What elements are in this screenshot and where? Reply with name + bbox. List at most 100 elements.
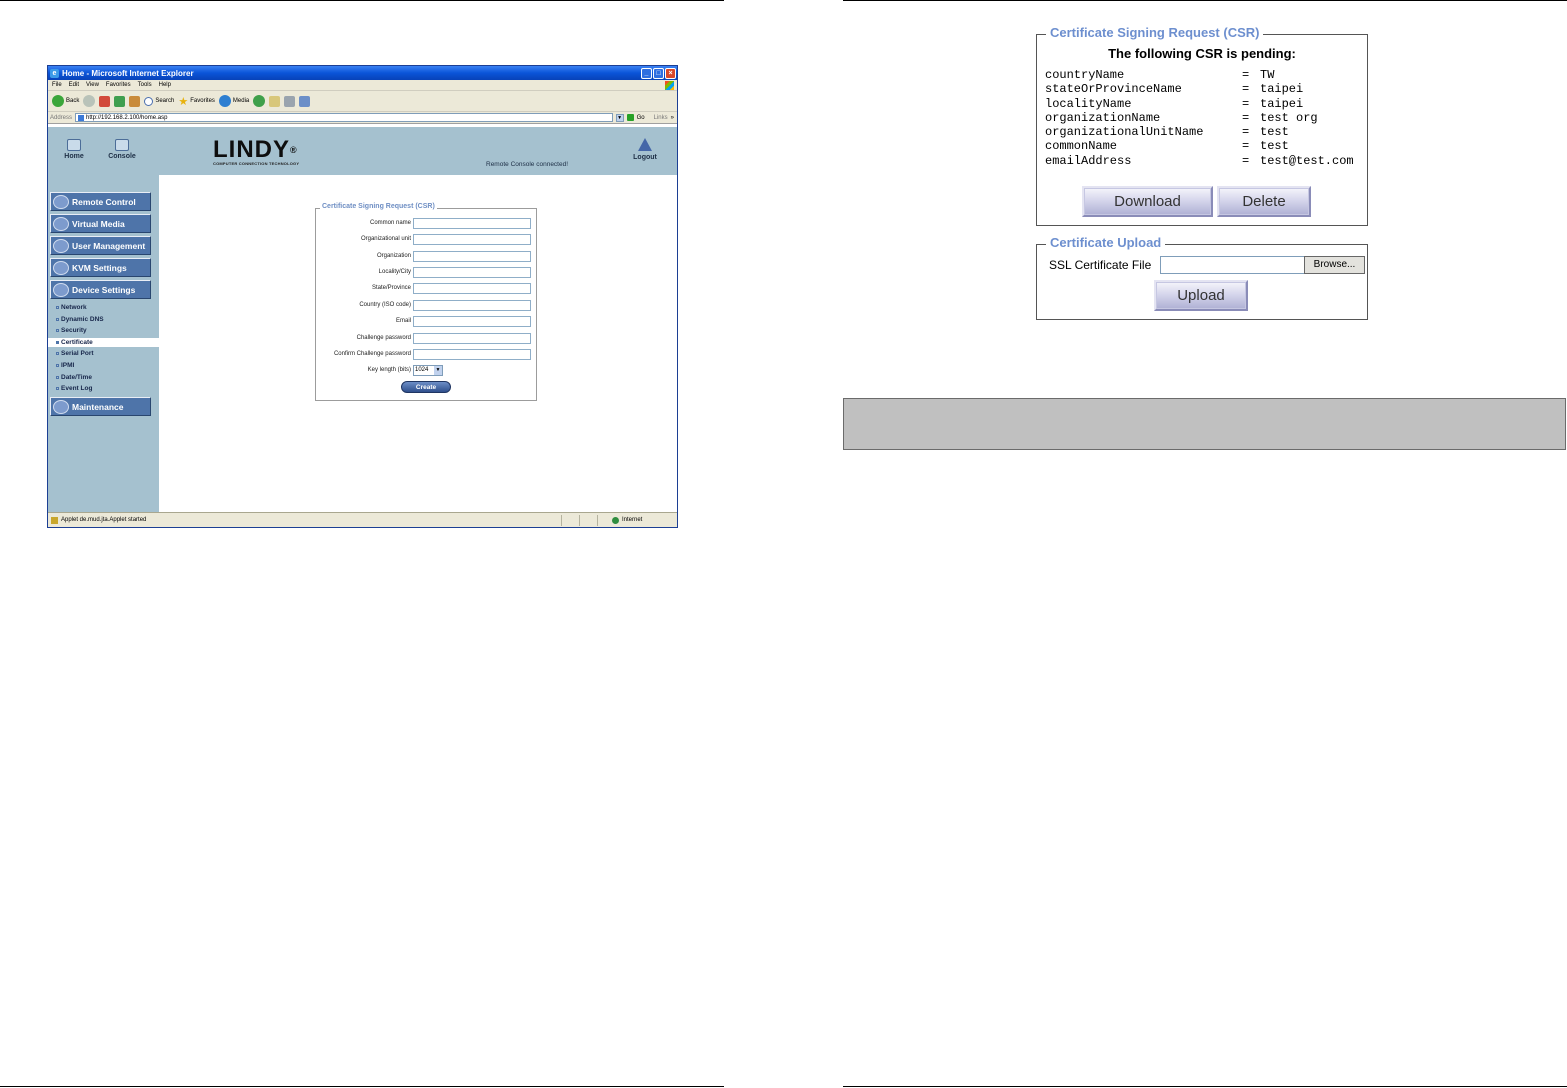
back-button[interactable]: Back [52,95,79,107]
chevron-down-icon: ▼ [434,366,442,375]
media-button[interactable]: Media [218,95,250,107]
challenge-password-input[interactable] [413,333,531,344]
lindy-header: Home Console LINDY® COMPUTER CONNECTION … [48,127,677,175]
locality-input[interactable] [413,267,531,278]
sidebar-virtual-media[interactable]: Virtual Media [50,214,151,233]
browser-menubar: File Edit View Favorites Tools Help [48,80,677,91]
favorites-button[interactable]: ★ Favorites [178,95,215,108]
sidebar-maintenance[interactable]: Maintenance [50,397,151,416]
sidebar-item-event-log[interactable]: Event Log [56,385,92,392]
menu-file[interactable]: File [52,82,62,88]
form-row-org-unit: Organizational unit [316,234,538,246]
favorites-label: Favorites [190,98,215,104]
address-label: Address [50,114,73,121]
ssl-file-label: SSL Certificate File [1049,258,1152,272]
refresh-icon[interactable] [114,95,126,107]
email-input[interactable] [413,316,531,327]
search-icon [144,96,154,106]
content-corner [159,175,199,195]
disc-icon [53,216,69,231]
bottom-rule-right [843,1086,1567,1087]
browser-titlebar: e Home - Microsoft Internet Explorer _ □… [48,66,677,80]
close-icon[interactable]: × [665,67,676,79]
logout-icon [638,138,652,151]
sidebar-label: Maintenance [72,401,124,412]
ssl-file-input[interactable] [1160,256,1305,274]
remote-console-status: Remote Console connected! [486,161,569,168]
home-nav-button[interactable]: Home [57,139,91,160]
key-length-select[interactable]: 1024 ▼ [413,365,443,376]
print-icon[interactable] [284,95,296,107]
sidebar-item-ipmi[interactable]: IPMI [56,362,74,369]
csr-form-legend: Certificate Signing Request (CSR) [320,203,437,210]
csr-form: Certificate Signing Request (CSR) Common… [315,203,538,401]
browser-toolbar: Back Search ★ Favorites Media [48,91,677,112]
sidebar-item-dynamic-dns[interactable]: Dynamic DNS [56,316,104,323]
minimize-icon[interactable]: _ [641,67,652,79]
menu-help[interactable]: Help [159,82,171,88]
top-rule-left [0,0,724,1]
sidebar-label: Remote Control [72,196,136,207]
download-button[interactable]: Download [1082,186,1213,217]
media-icon [218,95,231,107]
menu-view[interactable]: View [86,82,99,88]
sidebar-label: Virtual Media [72,218,125,229]
ie-logo-icon: e [50,68,59,78]
browser-statusbar: Applet de.mud.jta.Applet started Interne… [48,512,677,527]
bottom-rule-left [0,1086,724,1087]
sidebar-item-date-time[interactable]: Date/Time [56,374,92,381]
address-dropdown-icon[interactable]: ▼ [615,113,624,122]
sidebar-item-network[interactable]: Network [56,304,87,311]
country-input[interactable] [413,300,531,311]
media-label: Media [232,98,250,104]
go-arrow-icon[interactable] [626,114,634,121]
security-zone: Internet [597,514,677,526]
common-name-input[interactable] [413,218,531,229]
search-button[interactable]: Search [144,96,174,106]
delete-button[interactable]: Delete [1217,186,1311,217]
home-icon[interactable] [129,95,141,107]
org-unit-input[interactable] [413,234,531,245]
mail-icon[interactable] [269,95,281,107]
links-label[interactable]: Links [654,115,668,121]
sidebar-remote-control[interactable]: Remote Control [50,192,151,211]
csr-entry: emailAddress = test@test.com [1045,153,1354,168]
certificate-upload-panel: Certificate Upload SSL Certificate File … [1036,235,1368,320]
csr-entry: organizationName = test org [1045,110,1318,125]
go-button[interactable]: Go [637,115,645,121]
sidebar-kvm-settings[interactable]: KVM Settings [50,258,151,277]
menu-tools[interactable]: Tools [138,82,152,88]
menu-favorites[interactable]: Favorites [106,82,131,88]
sidebar-item-serial-port[interactable]: Serial Port [56,350,94,357]
forward-arrow-icon[interactable] [83,95,96,107]
sidebar-label: User Management [72,240,146,251]
address-input[interactable]: http://192.168.2.100/home.asp [75,113,613,122]
csr-entry: stateOrProvinceName = taipei [1045,82,1304,97]
upload-button[interactable]: Upload [1154,280,1248,311]
logout-button[interactable]: Logout [628,138,662,161]
browse-button[interactable]: Browse... [1304,256,1365,274]
sidebar-item-security[interactable]: Security [56,327,87,334]
maximize-icon[interactable]: □ [653,67,664,79]
sidebar-device-settings[interactable]: Device Settings [50,280,151,299]
stop-icon[interactable] [99,95,111,107]
remote-control-icon [53,194,69,209]
chevron-right-icon[interactable]: » [671,115,674,121]
csr-details: countryName = TW stateOrProvinceName = taipe… [1045,68,1354,168]
sidebar-user-management[interactable]: User Management [50,236,151,255]
star-icon: ★ [178,95,189,108]
console-nav-button[interactable]: Console [105,139,139,160]
history-icon[interactable] [253,95,266,107]
edit-icon[interactable] [299,95,311,107]
create-button[interactable]: Create [401,381,451,393]
sidebar-item-certificate[interactable]: Certificate [48,338,159,347]
form-row-locality: Locality/City [316,267,538,279]
state-input[interactable] [413,283,531,294]
menu-edit[interactable]: Edit [69,82,79,88]
organization-input[interactable] [413,251,531,262]
confirm-challenge-input[interactable] [413,349,531,360]
note-box [843,398,1566,450]
address-url: http://192.168.2.100/home.asp [86,114,168,121]
form-row-country: Country (ISO code) [316,300,538,312]
csr-entry: countryName = TW [1045,68,1275,82]
